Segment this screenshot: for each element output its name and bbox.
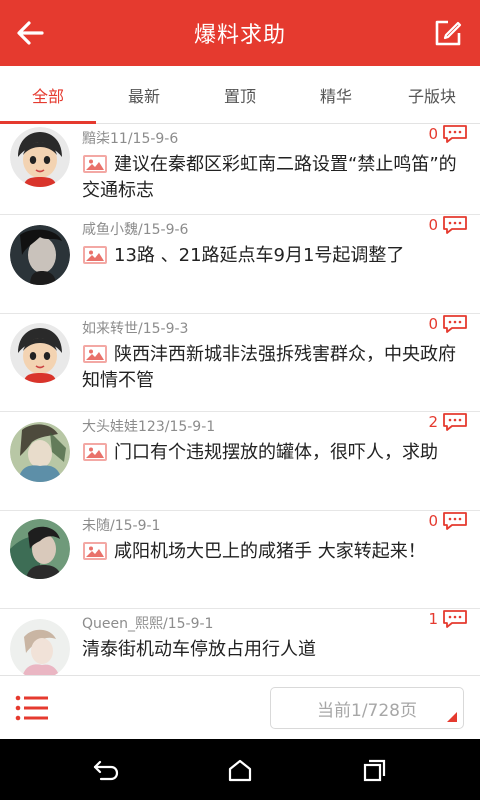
system-home-button[interactable]: [218, 755, 262, 785]
avatar[interactable]: [10, 422, 70, 482]
post-title[interactable]: 13路 、21路延点车9月1号起调整了: [82, 243, 462, 269]
tab-subforums[interactable]: 子版块: [384, 66, 480, 123]
post-author-date: 如来转世/15-9-3: [82, 321, 189, 337]
avatar[interactable]: [10, 619, 70, 675]
comment-bubble-icon: [443, 125, 467, 143]
user-photo-icon: [10, 619, 70, 675]
reply-count: 1: [428, 609, 468, 629]
image-attachment-icon: [83, 246, 107, 264]
avatar[interactable]: [10, 225, 70, 285]
tab-bar: 全部 最新 置顶 精华 子版块: [0, 66, 480, 124]
user-photo-icon: [10, 225, 70, 285]
post-list[interactable]: 黯柒11/15-9-6 0 建议在秦都区彩虹南二路设置“禁止鸣笛”的交通标志 咸…: [0, 124, 480, 675]
post-item[interactable]: Queen_熙熙/15-9-1 1 清泰街机动车停放占用行人道: [0, 609, 480, 675]
post-title[interactable]: 陕西沣西新城非法强拆残害群众，中央政府知情不管: [82, 342, 462, 394]
tab-pinned[interactable]: 置顶: [192, 66, 288, 123]
post-item[interactable]: 未随/15-9-1 0 咸阳机场大巴上的咸猪手 大家转起来！: [0, 511, 480, 609]
page-title: 爆料求助: [193, 23, 286, 48]
post-title[interactable]: 咸阳机场大巴上的咸猪手 大家转起来！: [82, 539, 462, 565]
tab-all[interactable]: 全部: [0, 66, 96, 124]
list-menu-icon: [15, 695, 48, 721]
back-button[interactable]: [8, 11, 52, 55]
comment-bubble-icon: [443, 216, 467, 234]
post-title-text: 建议在秦都区彩虹南二路设置“禁止鸣笛”的交通标志: [82, 154, 457, 201]
menu-button[interactable]: [14, 692, 50, 724]
reply-count-value: 0: [428, 216, 438, 234]
post-author-date: 咸鱼小魏/15-9-6: [82, 222, 189, 238]
image-attachment-icon: [83, 542, 107, 560]
tab-latest[interactable]: 最新: [96, 66, 192, 123]
page-selector[interactable]: 当前1/728页: [270, 687, 464, 729]
cartoon-avatar-icon: [10, 127, 70, 187]
recent-apps-icon: [363, 759, 386, 782]
post-title[interactable]: 建议在秦都区彩虹南二路设置“禁止鸣笛”的交通标志: [82, 152, 462, 204]
comment-bubble-icon: [443, 315, 467, 333]
bottom-toolbar: 当前1/728页: [0, 675, 480, 739]
user-photo-icon: [10, 519, 70, 579]
post-title-text: 13路 、21路延点车9月1号起调整了: [114, 245, 405, 266]
back-icon: [93, 760, 119, 781]
post-title-text: 咸阳机场大巴上的咸猪手 大家转起来！: [114, 541, 426, 562]
avatar[interactable]: [10, 519, 70, 579]
reply-count-value: 0: [428, 315, 438, 333]
comment-bubble-icon: [443, 413, 467, 431]
page-indicator: 当前1/728页: [317, 700, 417, 721]
cartoon-avatar-icon: [10, 323, 70, 383]
compose-button[interactable]: [426, 11, 470, 55]
post-item[interactable]: 如来转世/15-9-3 0 陕西沣西新城非法强拆残害群众，中央政府知情不管: [0, 314, 480, 412]
avatar[interactable]: [10, 127, 70, 187]
reply-count: 2: [428, 412, 468, 432]
post-author-date: 大头娃娃123/15-9-1: [82, 419, 216, 435]
avatar[interactable]: [10, 323, 70, 383]
post-title-text: 陕西沣西新城非法强拆残害群众，中央政府知情不管: [82, 344, 456, 391]
post-title[interactable]: 清泰街机动车停放占用行人道: [82, 637, 462, 663]
system-back-button[interactable]: [84, 755, 128, 785]
back-arrow-icon: [17, 21, 44, 45]
dropdown-corner-icon: [447, 712, 457, 722]
reply-count: 0: [428, 124, 468, 144]
post-title-text: 清泰街机动车停放占用行人道: [82, 639, 316, 660]
compose-icon: [435, 20, 462, 46]
post-title-text: 门口有个违规摆放的罐体，很吓人，求助: [114, 442, 438, 463]
reply-count-value: 0: [428, 125, 438, 143]
post-item[interactable]: 咸鱼小魏/15-9-6 0 13路 、21路延点车9月1号起调整了: [0, 215, 480, 314]
post-author-date: 黯柒11/15-9-6: [82, 131, 179, 147]
post-item[interactable]: 黯柒11/15-9-6 0 建议在秦都区彩虹南二路设置“禁止鸣笛”的交通标志: [0, 124, 480, 215]
app-header: 爆料求助: [0, 0, 480, 66]
post-author-date: Queen_熙熙/15-9-1: [82, 616, 214, 632]
home-icon: [228, 759, 252, 782]
reply-count: 0: [428, 314, 468, 334]
post-title[interactable]: 门口有个违规摆放的罐体，很吓人，求助: [82, 440, 462, 466]
image-attachment-icon: [83, 443, 107, 461]
post-author-date: 未随/15-9-1: [82, 518, 161, 534]
image-attachment-icon: [83, 155, 107, 173]
reply-count: 0: [428, 215, 468, 235]
tab-featured[interactable]: 精华: [288, 66, 384, 123]
reply-count-value: 0: [428, 512, 438, 530]
reply-count-value: 2: [428, 413, 438, 431]
reply-count: 0: [428, 511, 468, 531]
image-attachment-icon: [83, 345, 107, 363]
comment-bubble-icon: [443, 610, 467, 628]
comment-bubble-icon: [443, 512, 467, 530]
user-photo-icon: [10, 422, 70, 482]
reply-count-value: 1: [428, 610, 438, 628]
system-recents-button[interactable]: [352, 755, 396, 785]
post-item[interactable]: 大头娃娃123/15-9-1 2 门口有个违规摆放的罐体，很吓人，求助: [0, 412, 480, 511]
app-screen: 爆料求助 全部 最新 置顶 精华 子版块 黯柒11/15-9-6 0 建议在秦都…: [0, 0, 480, 800]
system-nav-bar: [0, 739, 480, 800]
